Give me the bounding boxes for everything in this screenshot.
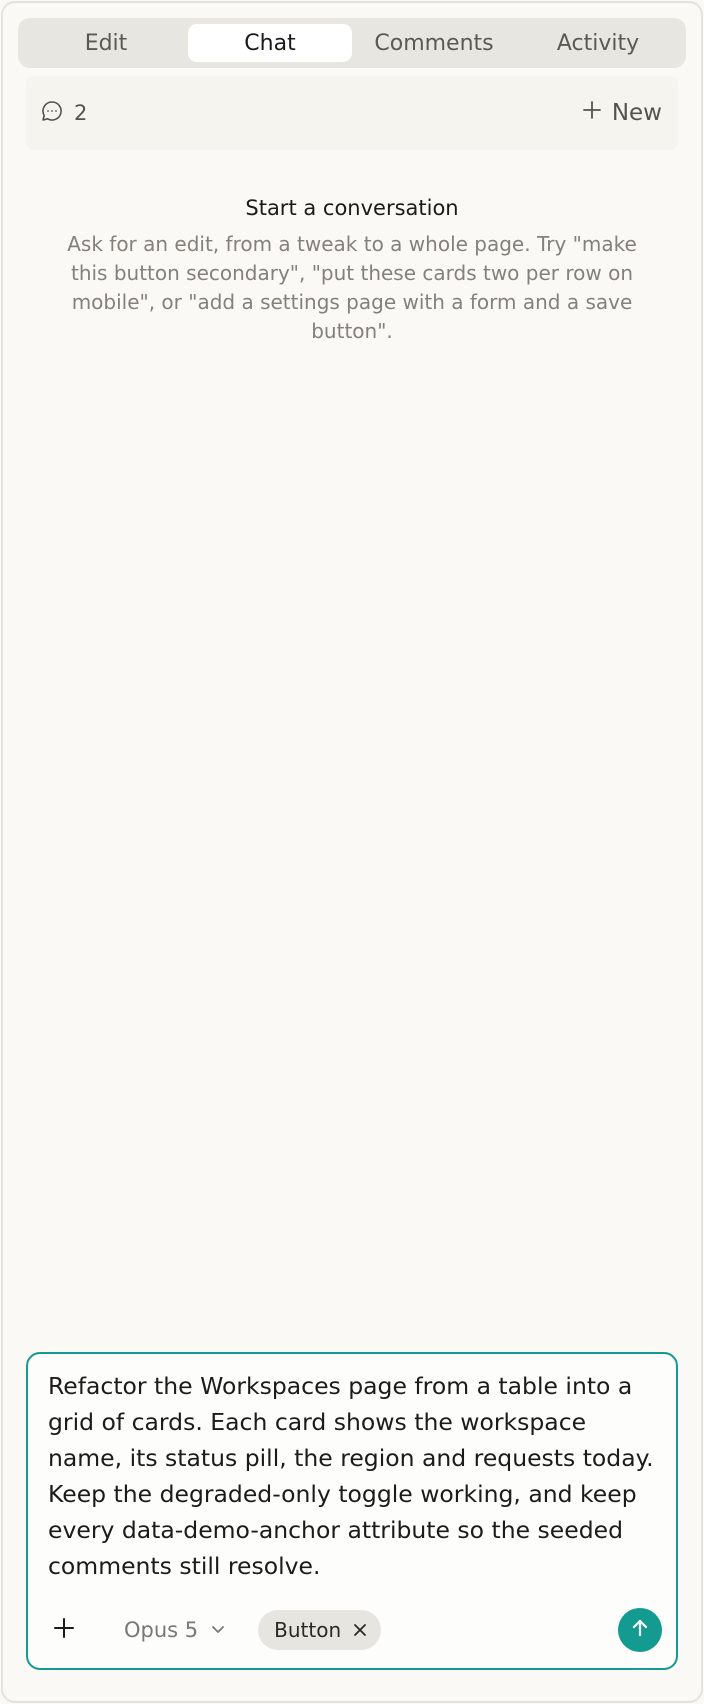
tab-chat[interactable]: Chat	[188, 24, 352, 62]
thread-count-value: 2	[74, 101, 88, 125]
new-thread-button[interactable]: New	[582, 100, 662, 126]
tab-bar: Edit Chat Comments Activity	[18, 18, 686, 68]
tab-edit[interactable]: Edit	[24, 24, 188, 62]
model-selector[interactable]: Opus 5	[124, 1618, 226, 1642]
new-thread-label: New	[611, 100, 662, 126]
attach-button[interactable]	[44, 1610, 84, 1650]
context-chip: Button	[258, 1610, 382, 1650]
plus-icon	[582, 100, 602, 126]
arrow-up-icon	[629, 1617, 651, 1643]
thread-bar: 2 New	[26, 76, 678, 150]
model-selector-label: Opus 5	[124, 1618, 199, 1642]
empty-state-text: Ask for an edit, from a tweak to a whole…	[67, 232, 637, 343]
plus-icon	[53, 1617, 75, 1643]
chat-bubble-icon	[40, 99, 64, 128]
composer-toolbar: Opus 5 Button	[44, 1608, 662, 1652]
message-input[interactable]: Refactor the Workspaces page from a tabl…	[48, 1368, 656, 1584]
send-button[interactable]	[618, 1608, 662, 1652]
tab-activity[interactable]: Activity	[516, 24, 680, 62]
empty-state-title: Start a conversation	[245, 196, 459, 220]
message-composer[interactable]: Refactor the Workspaces page from a tabl…	[26, 1352, 678, 1670]
close-icon[interactable]	[353, 1623, 367, 1637]
empty-state: Start a conversation Ask for an edit, fr…	[56, 196, 648, 346]
tab-comments[interactable]: Comments	[352, 24, 516, 62]
chevron-down-icon	[210, 1618, 226, 1642]
context-chip-label: Button	[274, 1618, 342, 1642]
thread-count[interactable]: 2	[40, 99, 87, 128]
